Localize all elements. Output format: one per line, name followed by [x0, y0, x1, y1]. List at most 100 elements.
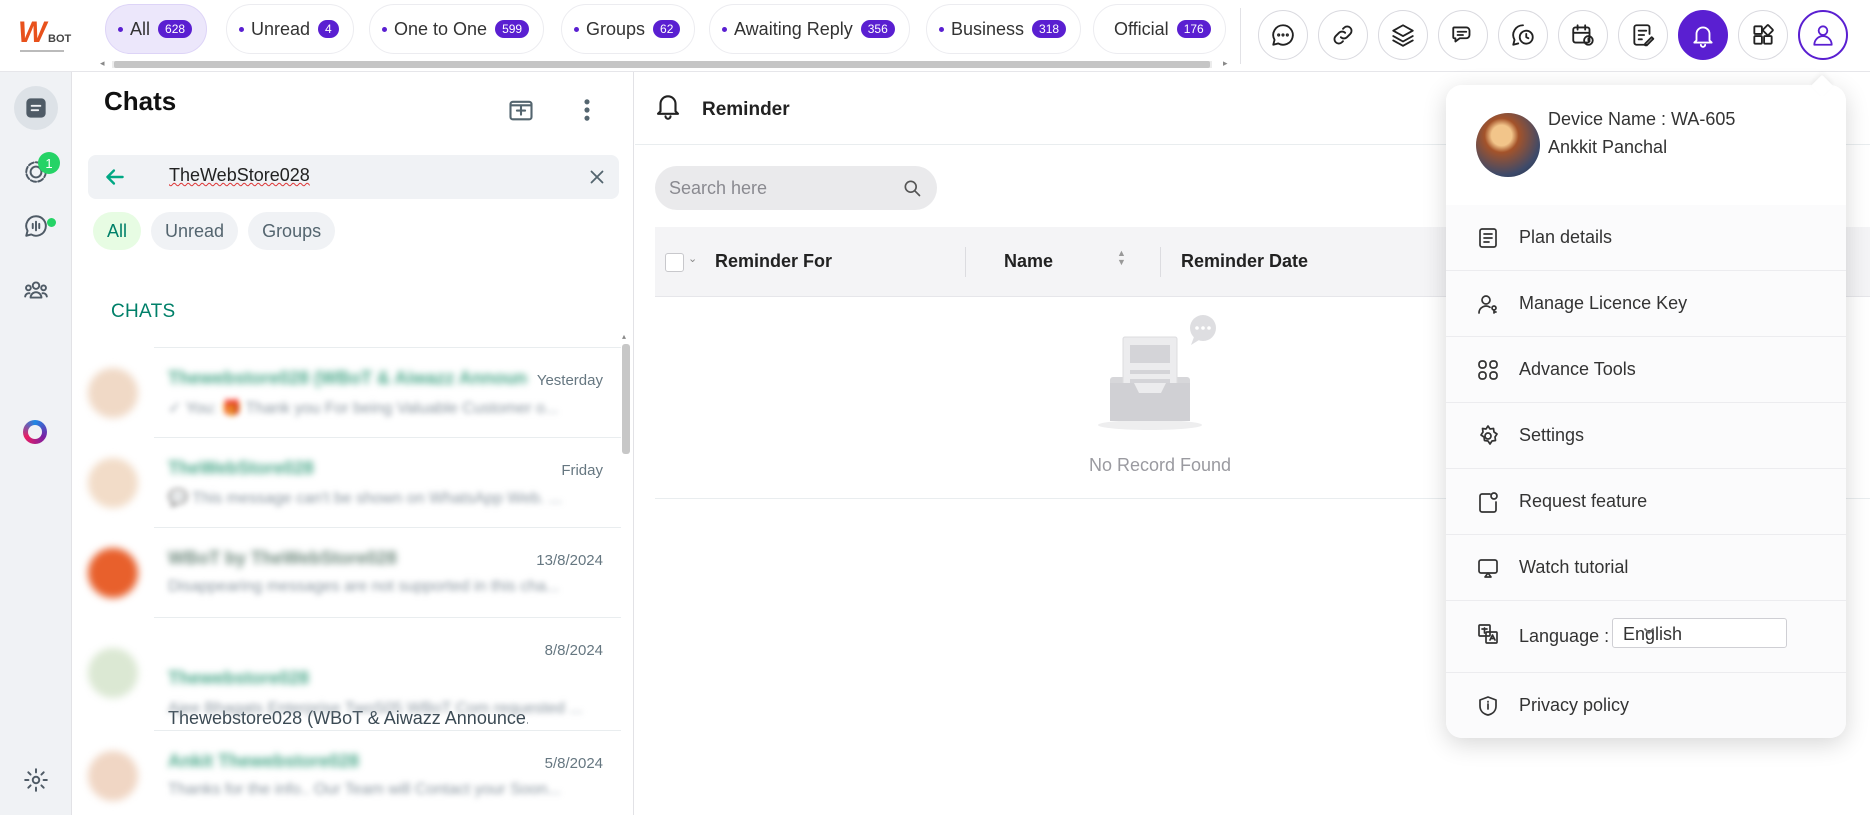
menu-item-manage-licence-key[interactable]: Manage Licence Key	[1446, 271, 1846, 337]
filter-count-badge: 4	[318, 20, 339, 38]
chat-search-input[interactable]: TheWebStore028	[169, 165, 310, 186]
dot-icon	[239, 26, 244, 32]
menu-item-settings[interactable]: Settings	[1446, 403, 1846, 469]
reminder-bell-icon	[1693, 26, 1713, 48]
new-chat-button[interactable]	[507, 96, 535, 129]
unread-count-badge: 1	[38, 152, 60, 174]
new-chat-icon	[509, 100, 533, 121]
avatar	[88, 458, 138, 508]
reminder-bell-icon	[656, 95, 680, 120]
filter-label: Awaiting Reply	[734, 18, 853, 39]
scrollbar-thumb[interactable]	[114, 61, 1210, 68]
column-name[interactable]: Name	[1004, 251, 1053, 272]
chat-row[interactable]: Ankit Thewebstore028 5/8/2024 Thanks for…	[73, 730, 621, 815]
schedule-button[interactable]	[1558, 10, 1608, 60]
scroll-right-arrow[interactable]: ▸	[1223, 58, 1228, 69]
pill-unread[interactable]: Unread	[151, 212, 239, 250]
chat-clock-icon	[1512, 24, 1534, 46]
profile-menu-list: Plan details Manage Licence Key Advance …	[1446, 205, 1846, 738]
link-button[interactable]	[1318, 10, 1368, 60]
notes-button[interactable]	[1618, 10, 1668, 60]
chat-icon	[1272, 24, 1294, 46]
dot-icon	[574, 26, 579, 32]
chat-time: 8/8/2024	[544, 642, 603, 659]
chat-row[interactable]: Thewebstore028 (WBoT & Aiwazz Announceme…	[73, 347, 621, 438]
rail-chats[interactable]	[14, 86, 58, 130]
chat-button[interactable]	[1258, 10, 1308, 60]
menu-item-label: Advance Tools	[1519, 359, 1636, 379]
notes-icon	[1633, 24, 1655, 47]
gear-icon	[1480, 425, 1498, 445]
profile-button[interactable]	[1798, 10, 1848, 60]
pill-all[interactable]: All	[93, 212, 142, 250]
chat-search-bar[interactable]: TheWebStore028	[88, 155, 619, 199]
filter-label: One to One	[394, 18, 488, 39]
menu-item-privacy-policy[interactable]: Privacy policy	[1446, 673, 1846, 738]
calendar-clock-icon	[1572, 24, 1594, 46]
chat-list-scrollbar[interactable]: ▴	[622, 262, 630, 815]
menu-button[interactable]	[573, 96, 601, 129]
select-all-checkbox[interactable]	[665, 253, 684, 272]
rail-communities[interactable]	[14, 268, 58, 312]
search-icon[interactable]	[902, 178, 922, 198]
menu-item-request-feature[interactable]: Request feature	[1446, 469, 1846, 535]
scroll-up-arrow[interactable]: ▴	[622, 332, 626, 341]
empty-inbox-icon	[1098, 315, 1216, 430]
filter-count-badge: 599	[495, 20, 530, 38]
filter-chip-groups[interactable]: Groups 62	[561, 4, 696, 54]
filter-scrollbar[interactable]: ◂ ▸	[100, 58, 1230, 70]
profile-dropdown: Device Name : WA-605 Ankkit Panchal Plan…	[1446, 85, 1846, 738]
filter-count-badge: 628	[158, 20, 193, 38]
menu-item-language: Language : English	[1446, 601, 1846, 673]
scrollbar-thumb[interactable]	[622, 344, 630, 454]
filter-chip-unread[interactable]: Unread 4	[226, 4, 354, 54]
reminder-search-input[interactable]	[669, 166, 889, 210]
meta-ai-icon[interactable]	[23, 420, 47, 444]
channels-icon	[25, 215, 47, 237]
filter-label: Groups	[586, 18, 646, 39]
avatar	[88, 548, 138, 598]
chat-row[interactable]: Thewebstore028 (WBoT & Aiwazz Announce..…	[73, 617, 621, 731]
wbot-logo[interactable]: W BOT	[18, 16, 74, 56]
chat-row[interactable]: WBoT by TheWebStore028 13/8/2024 Disappe…	[73, 527, 621, 618]
column-divider	[1160, 247, 1161, 277]
chevron-down-icon[interactable]: ⌄	[688, 252, 697, 265]
chat-preview: ✓ You: 🎁 Thank you For being Valuable Cu…	[168, 400, 559, 417]
language-select[interactable]: English	[1612, 618, 1787, 648]
clear-search-button[interactable]	[586, 166, 608, 193]
filter-chip-one-to-one[interactable]: One to One 599	[369, 4, 545, 54]
menu-item-plan-details[interactable]: Plan details	[1446, 205, 1846, 271]
pill-groups[interactable]: Groups	[248, 212, 336, 250]
filter-chip-all[interactable]: All 628	[105, 4, 208, 54]
apps-button[interactable]	[1738, 10, 1788, 60]
row-divider	[154, 617, 621, 618]
menu-item-label: Watch tutorial	[1519, 557, 1629, 577]
filter-chip-official[interactable]: Official 176	[1093, 4, 1226, 54]
dot-icon	[382, 26, 387, 32]
avatar	[88, 368, 138, 418]
filter-chip-business[interactable]: Business 318	[926, 4, 1082, 54]
sort-icon[interactable]: ▲ ▼	[1117, 249, 1126, 267]
logo-w: W	[18, 16, 47, 49]
filter-chip-awaiting-reply[interactable]: Awaiting Reply 356	[709, 4, 910, 54]
scroll-left-arrow[interactable]: ◂	[100, 58, 105, 69]
rail-settings[interactable]	[14, 758, 58, 802]
group-chat-button[interactable]	[1438, 10, 1488, 60]
scheduled-chat-button[interactable]	[1498, 10, 1548, 60]
chat-time: Yesterday	[536, 372, 603, 389]
more-vertical-icon	[584, 99, 590, 121]
chat-row[interactable]: TheWebStore028 Friday 💬 This message can…	[73, 437, 621, 528]
filter-count-badge: 318	[1032, 20, 1067, 38]
chats-title: Chats	[104, 86, 177, 116]
menu-item-watch-tutorial[interactable]: Watch tutorial	[1446, 535, 1846, 601]
layers-button[interactable]	[1378, 10, 1428, 60]
language-label: Language :	[1519, 626, 1610, 646]
user-icon	[1813, 25, 1833, 46]
menu-item-label: Settings	[1519, 425, 1585, 445]
dot-icon	[722, 26, 727, 32]
gear-icon	[24, 768, 48, 792]
arrow-left-icon	[106, 169, 124, 185]
menu-item-advance-tools[interactable]: Advance Tools	[1446, 337, 1846, 403]
back-button[interactable]	[102, 164, 128, 195]
reminder-button[interactable]	[1678, 10, 1728, 60]
